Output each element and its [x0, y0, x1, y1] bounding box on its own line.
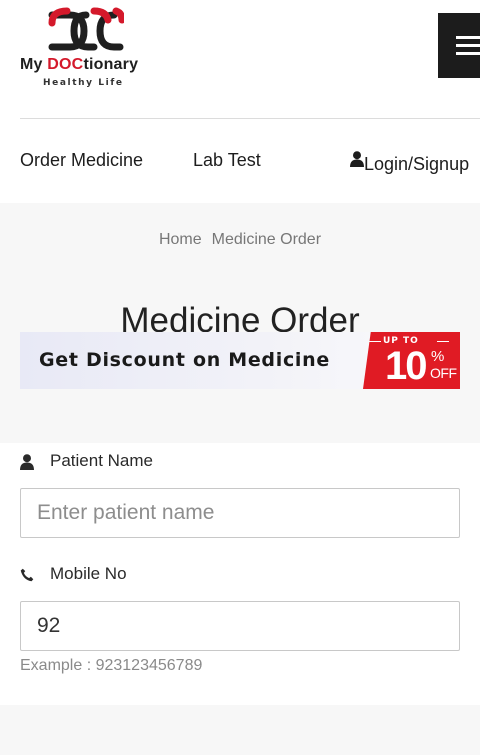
badge-percent: % [431, 348, 445, 365]
discount-badge: UP TO 10 % OFF [363, 332, 460, 389]
mobile-no-hint: Example : 923123456789 [20, 657, 203, 674]
brand-name-suffix: tionary [83, 56, 139, 73]
medicine-order-form: Patient Name Mobile No Example : 9231234… [0, 443, 480, 705]
user-icon [350, 151, 364, 167]
patient-name-input[interactable] [21, 489, 459, 537]
badge-value: 10 [385, 344, 427, 388]
mobile-no-label-text: Mobile No [50, 564, 127, 583]
breadcrumb: Home Medicine Order [0, 231, 480, 249]
patient-name-field[interactable] [20, 488, 460, 538]
main-nav: Order Medicine Lab Test Login/Signup [0, 146, 480, 178]
menu-toggle-button[interactable] [438, 13, 480, 78]
page-hero: Home Medicine Order Medicine Order Get Di… [0, 203, 480, 443]
footer-band [0, 705, 480, 755]
mobile-no-field[interactable] [20, 601, 460, 651]
breadcrumb-home-link[interactable]: Home [159, 231, 202, 248]
discount-banner[interactable]: Get Discount on Medicine UP TO 10 % OFF [20, 332, 460, 389]
nav-login-label: Login/Signup [364, 154, 470, 174]
breadcrumb-current: Medicine Order [211, 231, 322, 248]
header-divider [20, 118, 480, 119]
user-icon [20, 454, 34, 470]
site-header: My DOCtionary Healthy Life [0, 0, 480, 118]
nav-login-link[interactable]: Login/Signup [350, 150, 469, 174]
nav-order-medicine-link[interactable]: Order Medicine [20, 150, 143, 171]
mobile-no-input[interactable] [21, 602, 459, 650]
brand-name-highlight: DOC [47, 56, 84, 73]
brand-name-prefix: My [20, 56, 48, 73]
brand-name: My DOCtionary [20, 56, 138, 74]
phone-icon [20, 568, 34, 582]
doctionary-logo-mark-icon [48, 7, 124, 51]
site-logo[interactable]: My DOCtionary Healthy Life [20, 6, 160, 94]
brand-tagline: Healthy Life [43, 78, 124, 88]
patient-name-label-text: Patient Name [50, 451, 153, 470]
nav-lab-test-link[interactable]: Lab Test [193, 150, 261, 171]
badge-off: OFF [430, 365, 457, 381]
banner-text: Get Discount on Medicine [39, 349, 330, 371]
